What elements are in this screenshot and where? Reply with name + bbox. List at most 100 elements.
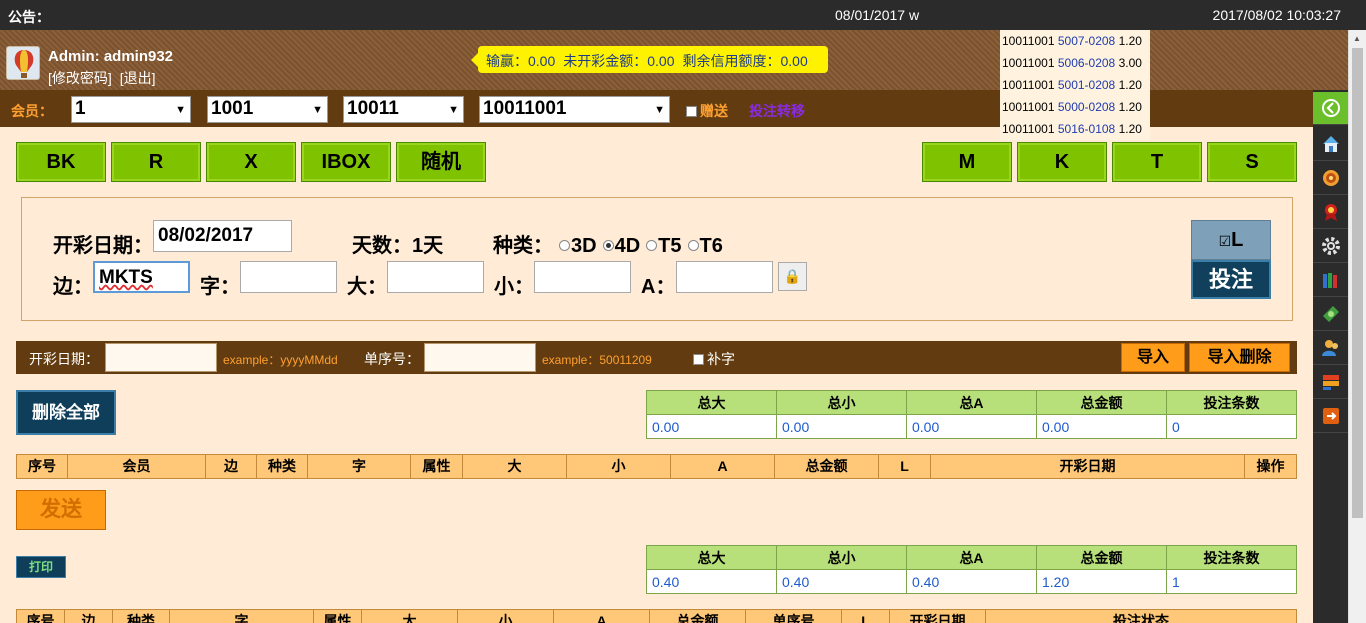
supplement-checkbox[interactable]: 补字 [693,349,735,369]
chevron-down-icon: ▼ [448,104,459,116]
radio-3d[interactable] [559,240,570,251]
pending-table-header: 序号 会员 边 种类 字 属性 大 小 A 总金额 L 开彩日期 操作 [16,454,1297,479]
clock: 2017/08/02 10:03:27 [1212,7,1341,23]
member-select-level2[interactable]: 1001 ▼ [207,96,328,123]
transfer-bet-link[interactable]: 投注转移 [749,101,805,121]
member-select-level3[interactable]: 10011 ▼ [343,96,464,123]
gift-checkbox[interactable]: 赠送 [686,101,728,121]
quick-button-x[interactable]: X [206,142,296,182]
import-delete-button[interactable]: 导入删除 [1189,343,1290,372]
game-type-group: 种类： 3D 4D T5 T6 [493,235,723,257]
award-icon [1321,202,1341,222]
l-option-box[interactable]: ☑L [1191,220,1271,260]
page-scrollbar[interactable]: ▲ [1348,30,1366,623]
recent-bet-row[interactable]: 10011001 5007-0208 1.20 [1000,30,1150,52]
sidebar-money[interactable] [1313,298,1348,331]
settings-wheel-icon [1321,168,1341,188]
quick-button-r[interactable]: R [111,142,201,182]
gear-icon [1321,236,1341,256]
recent-bet-row[interactable]: 10011001 5006-0208 3.00 [1000,52,1150,74]
recent-bet-row[interactable]: 10011001 5016-0108 1.20 [1000,118,1150,140]
big-amount-input[interactable] [387,261,484,293]
back-icon [1321,98,1341,118]
sidebar-award[interactable] [1313,196,1348,229]
delete-all-button[interactable]: 删除全部 [16,390,116,435]
print-button[interactable]: 打印 [16,556,66,578]
number-input[interactable] [240,261,337,293]
game-type-label: 种类： [493,235,553,257]
summary-table-sent: 总大 总小 总A 总金额 投注条数 0.40 0.40 0.40 1.20 1 [646,545,1297,594]
quick-button-ibox[interactable]: IBOX [301,142,391,182]
quick-button-m[interactable]: M [922,142,1012,182]
notice-label: 公告： [8,9,50,25]
serial-input[interactable] [424,343,536,372]
recent-bet-row[interactable]: 10011001 5001-0208 1.20 [1000,74,1150,96]
change-password-link[interactable]: [修改密码] [48,70,112,86]
side-input[interactable]: MKTS [93,261,190,293]
serial-label: 单序号： [364,351,420,367]
top-bar: 公告： 08/01/2017 w 2017/08/02 10:03:27 [0,0,1366,30]
member-select-level1[interactable]: 1 ▼ [71,96,191,123]
summary-table-pending: 总大 总小 总A 总金额 投注条数 0.00 0.00 0.00 0.00 0 [646,390,1297,439]
radio-t5[interactable] [646,240,658,251]
user-name: Admin: admin932 [48,48,174,65]
money-icon [1321,304,1341,324]
import-date-example: example：yyyyMMdd [223,353,338,367]
winloss-text: 输赢：0.00 [486,53,556,69]
radio-t6[interactable] [687,240,699,251]
balloon-icon [7,47,39,79]
exit-icon [1321,406,1341,426]
sidebar-home[interactable] [1313,128,1348,161]
main-content: BK R X IBOX 随机 M K T S 开彩日期： 08/02/2017 … [0,127,1313,623]
scrollbar-thumb[interactable] [1352,48,1363,518]
sidebar-exit[interactable] [1313,400,1348,433]
pending-amount-text: 未开彩金额：0.00 [563,53,675,69]
submit-bet-button[interactable]: 投注 [1191,260,1271,299]
big-label: 大： [347,276,387,298]
import-date-label: 开彩日期： [29,351,99,367]
side-label: 边： [53,276,93,298]
notice-marquee: 08/01/2017 w [835,7,920,23]
checkbox-checked-icon: ☑ [1218,233,1232,249]
sidebar-books[interactable] [1313,264,1348,297]
users-icon [1321,338,1341,358]
a-amount-input[interactable] [676,261,773,293]
logout-link[interactable]: [退出] [120,70,156,86]
send-button[interactable]: 发送 [16,490,106,530]
sidebar-layers[interactable] [1313,366,1348,399]
quick-button-k[interactable]: K [1017,142,1107,182]
draw-date-label: 开彩日期： [53,235,153,257]
user-header: Admin: admin932 [修改密码] [退出] 输赢：0.00 未开彩金额：… [0,30,1366,90]
checkbox-icon [693,354,704,365]
number-label: 字： [200,276,240,298]
radio-4d[interactable] [602,240,614,251]
member-label: 会员： [11,103,53,119]
recent-bets-popup: 10011001 5007-0208 1.20 10011001 5006-02… [1000,30,1150,140]
chevron-down-icon: ▼ [175,104,186,116]
member-select-level4[interactable]: 10011001 ▼ [479,96,670,123]
credit-summary: 输赢：0.00 未开彩金额：0.00 剩余信用额度：0.00 [471,46,828,73]
small-amount-input[interactable] [534,261,631,293]
a-label: A： [641,276,676,298]
recent-bet-row[interactable]: 10011001 5000-0208 1.20 [1000,96,1150,118]
books-icon [1321,270,1341,290]
quick-button-random[interactable]: 随机 [396,142,486,182]
sent-table-header: 序号 边 种类 字 属性 大 小 A 总金额 单序号 L 开彩日期 投注状态 [16,609,1297,623]
quick-button-t[interactable]: T [1112,142,1202,182]
sidebar-users[interactable] [1313,332,1348,365]
checkbox-icon [686,106,697,117]
sidebar-back[interactable] [1313,92,1348,125]
days-label: 天数：1天 [352,235,444,257]
right-sidebar [1313,90,1348,623]
import-button[interactable]: 导入 [1121,343,1185,372]
quick-button-s[interactable]: S [1207,142,1297,182]
import-date-input[interactable] [105,343,217,372]
sidebar-wheel[interactable] [1313,162,1348,195]
quick-button-bk[interactable]: BK [16,142,106,182]
sidebar-settings[interactable] [1313,230,1348,263]
lock-icon[interactable]: 🔒 [778,262,807,291]
home-icon [1321,134,1341,154]
draw-date-input[interactable]: 08/02/2017 [153,220,292,252]
chevron-down-icon: ▼ [654,104,665,116]
remaining-credit-text: 剩余信用额度：0.00 [682,53,808,69]
